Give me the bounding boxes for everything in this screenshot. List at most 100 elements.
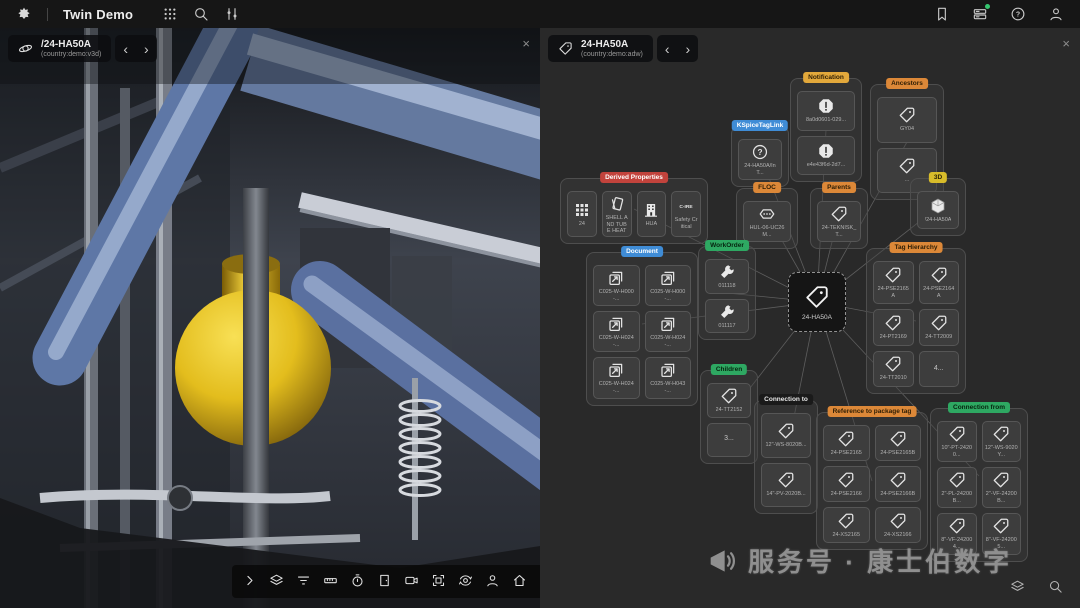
graph-node[interactable]: 24-PSE2165 <box>823 425 870 461</box>
center-node[interactable]: 24-HA50A <box>788 272 846 332</box>
graph-node[interactable]: 24-PSE2166 <box>823 466 870 502</box>
graph-node[interactable]: HUL-06-UC26M... <box>743 201 791 242</box>
prev-button[interactable]: ‹ <box>665 42 670 56</box>
3d-toolbar <box>232 565 540 598</box>
bookmark-icon[interactable] <box>934 6 950 22</box>
next-button[interactable]: › <box>686 42 691 56</box>
next-button[interactable]: › <box>144 42 149 56</box>
graph-node-label: 24-TT2009 <box>925 334 952 341</box>
3d-viewport[interactable]: /24-HA50A (country:demo:v3d) ‹ › × <box>0 28 540 608</box>
graph-node-label: 24 <box>579 221 585 228</box>
cluster-label: Notification <box>803 72 849 83</box>
cluster-connection-from: Connection from10"-PT-24200...12"-WS-902… <box>930 408 1028 562</box>
graph-node[interactable]: 24-TT2010 <box>873 351 914 387</box>
graph-node[interactable]: C025-W-H043-... <box>645 357 692 398</box>
orbit-tool-button[interactable] <box>454 570 476 594</box>
grid-icon <box>573 201 591 219</box>
graph-node[interactable]: C025-W-H024-... <box>593 357 640 398</box>
close-3d-panel-button[interactable]: × <box>522 36 530 51</box>
graph-node[interactable]: 12"-WS-8020B... <box>761 413 811 458</box>
graph-node[interactable]: 8a0d0601-029... <box>797 91 855 131</box>
camera-tool-button[interactable] <box>400 570 422 594</box>
graph-node[interactable]: 3... <box>707 423 751 457</box>
graph-node[interactable]: SHELL AND TUBE HEAT EXCHANGER <box>602 191 632 237</box>
graph-node[interactable]: e4e43f6d-2d7... <box>797 136 855 176</box>
home-tool-button[interactable] <box>508 570 530 594</box>
timer-tool-button[interactable] <box>346 570 368 594</box>
graph-node[interactable]: 24 <box>567 191 597 237</box>
tag-icon <box>837 471 855 489</box>
search-icon <box>1048 579 1063 597</box>
graph-node[interactable]: C025-W-H024-... <box>645 311 692 352</box>
help-icon[interactable]: ? <box>1010 6 1026 22</box>
graph-node[interactable]: 24-TEKNISK_T... <box>817 201 861 242</box>
account-icon[interactable] <box>1048 6 1064 22</box>
prev-button[interactable]: ‹ <box>123 42 128 56</box>
tag-icon <box>804 284 830 310</box>
graph-node[interactable]: 2"-PL-24200B... <box>937 467 977 508</box>
graph-node[interactable]: C025-W-H000-... <box>593 265 640 306</box>
cluster-notification: Notification8a0d0601-029...e4e43f6d-2d7.… <box>790 78 862 182</box>
graph-node[interactable]: 24-TT2009 <box>919 309 960 345</box>
graph-node[interactable]: 24-PSE2164A <box>919 261 960 304</box>
graph-node-label: GY04 <box>900 126 914 133</box>
tag-icon <box>948 425 966 443</box>
graph-node[interactable]: 24-TT2152 <box>707 383 751 418</box>
close-graph-panel-button[interactable]: × <box>1062 36 1070 51</box>
graph-node[interactable]: 8"-VF-242005... <box>982 513 1022 554</box>
graph-node-label: 4... <box>934 365 944 373</box>
layers-tool-button[interactable] <box>265 570 287 594</box>
svg-text:?: ? <box>1016 12 1020 19</box>
graph-node[interactable]: 24-PSE2165A <box>873 261 914 304</box>
graph-node[interactable]: ?24-HA50A/InT... <box>738 139 782 180</box>
graph-node[interactable]: 4... <box>919 351 960 387</box>
tag-icon <box>837 430 855 448</box>
cube-icon <box>929 197 947 215</box>
layers-tool-button[interactable] <box>1006 576 1028 600</box>
ruler-tool-button[interactable] <box>319 570 341 594</box>
graph-breadcrumb-chip[interactable]: 24-HA50A (country:demo:adw) <box>548 35 653 62</box>
notifications-icon[interactable] <box>972 6 988 22</box>
graph-node[interactable]: 011118 <box>705 259 749 294</box>
graph-node[interactable]: C025-W-H024-... <box>593 311 640 352</box>
graph-node[interactable]: 8"-VF-242004... <box>937 513 977 554</box>
graph-node[interactable]: 24-PSE2166B <box>875 466 922 502</box>
door-tool-button[interactable] <box>373 570 395 594</box>
search-tool-button[interactable] <box>1044 576 1066 600</box>
graph-node[interactable]: HUA <box>637 191 667 237</box>
cluster-derived-properties: Derived Properties24SHELL AND TUBE HEAT … <box>560 178 708 244</box>
graph-node[interactable]: 14"-PV-2020B... <box>761 463 811 508</box>
graph-node[interactable]: C-IRESafety Critical <box>671 191 701 237</box>
3d-breadcrumb-chip[interactable]: /24-HA50A (country:demo:v3d) <box>8 35 111 62</box>
person-tool-button[interactable] <box>481 570 503 594</box>
graph-node[interactable]: 011117 <box>705 299 749 334</box>
tag-icon <box>830 205 848 223</box>
graph-node[interactable]: 24-XS2166 <box>875 507 922 543</box>
document-icon <box>607 269 625 287</box>
wrench-icon <box>718 263 736 281</box>
tag-icon <box>930 266 948 284</box>
tuner-icon[interactable] <box>224 6 240 22</box>
chevron-icon <box>242 573 257 591</box>
view-3d-icon <box>18 41 33 56</box>
search-icon[interactable] <box>193 6 209 22</box>
graph-corner-tools <box>1006 576 1066 600</box>
center-node-label: 24-HA50A <box>802 314 832 321</box>
graph-node[interactable]: C025-W-H000-... <box>645 265 692 306</box>
graph-node[interactable]: 12"-WS-9020Y... <box>982 421 1022 462</box>
graph-node[interactable]: 2"-VF-24200B... <box>982 467 1022 508</box>
graph-node[interactable]: GY04 <box>877 97 937 143</box>
graph-node[interactable]: 24-PT2169 <box>873 309 914 345</box>
apps-menu-icon[interactable] <box>162 6 178 22</box>
filter-tool-button[interactable] <box>292 570 314 594</box>
3d-panel-title: /24-HA50A <box>41 39 101 50</box>
graph-node[interactable]: /24-HA50A <box>917 191 959 229</box>
graph-panel[interactable]: Notification 8a0d0601-029... e4e43f6d-2d7.… <box>540 28 1080 608</box>
graph-node[interactable]: 24-PSE2165B <box>875 425 922 461</box>
graph-node[interactable]: 24-XS2165 <box>823 507 870 543</box>
graph-node-label: 8"-VF-242005... <box>985 537 1019 550</box>
graph-node[interactable]: 10"-PT-24200... <box>937 421 977 462</box>
frame-tool-button[interactable] <box>427 570 449 594</box>
chevron-tool-button[interactable] <box>238 570 260 594</box>
graph-node-label: 24-TT2010 <box>880 375 907 382</box>
